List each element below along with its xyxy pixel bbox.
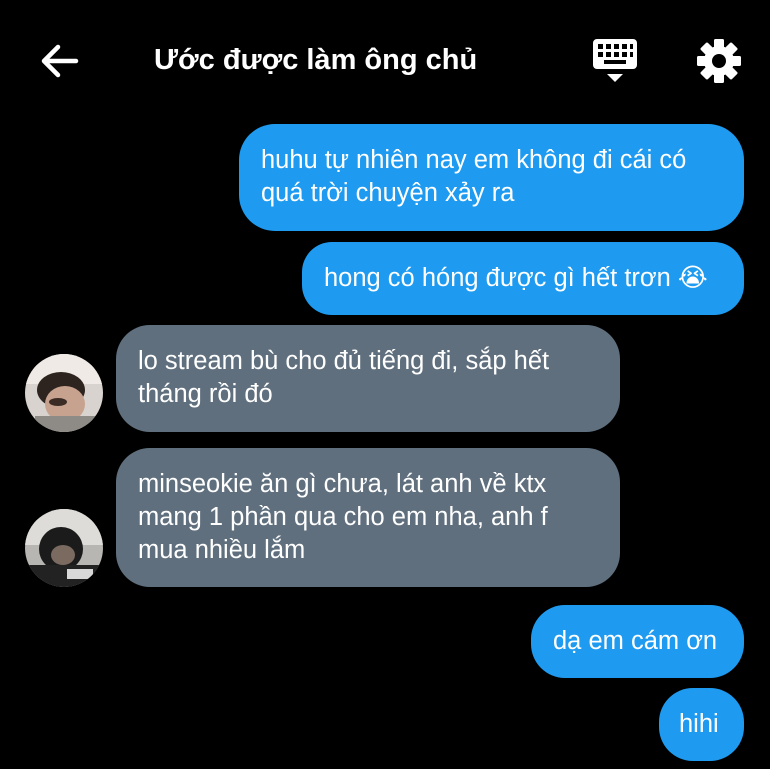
contact-avatar-image <box>25 354 103 432</box>
arrow-left-icon <box>41 44 79 78</box>
keyboard-icon <box>593 39 637 82</box>
message-text: hong có hóng được gì hết trơn 😭 <box>324 264 708 292</box>
keyboard-button[interactable] <box>590 36 642 86</box>
gear-icon <box>697 39 741 83</box>
message-bubble-sent[interactable]: hihi <box>659 688 744 761</box>
avatar[interactable] <box>25 354 103 432</box>
message-bubble-sent[interactable]: huhu tự nhiên nay em không đi cái có quá… <box>239 124 744 231</box>
message-bubble-received[interactable]: lo stream bù cho đủ tiếng đi, sắp hết th… <box>116 325 620 432</box>
chat-header: Ước được làm ông chủ <box>0 0 770 118</box>
message-text: dạ em cám ơn <box>553 627 718 655</box>
message-text: huhu tự nhiên nay em không đi cái có quá… <box>261 146 687 207</box>
back-button[interactable] <box>36 38 82 84</box>
message-bubble-sent[interactable]: dạ em cám ơn <box>531 605 744 678</box>
message-text: minseokie ăn gì chưa, lát anh về ktx man… <box>138 470 548 564</box>
avatar[interactable] <box>25 509 103 587</box>
message-text: lo stream bù cho đủ tiếng đi, sắp hết th… <box>138 347 550 408</box>
message-bubble-received[interactable]: minseokie ăn gì chưa, lát anh về ktx man… <box>116 448 620 587</box>
settings-button[interactable] <box>694 36 744 86</box>
message-text: hihi <box>679 710 719 738</box>
message-bubble-sent[interactable]: hong có hóng được gì hết trơn 😭 <box>302 242 744 315</box>
contact-avatar-image <box>25 509 103 587</box>
conversation-title: Ước được làm ông chủ <box>154 44 478 76</box>
